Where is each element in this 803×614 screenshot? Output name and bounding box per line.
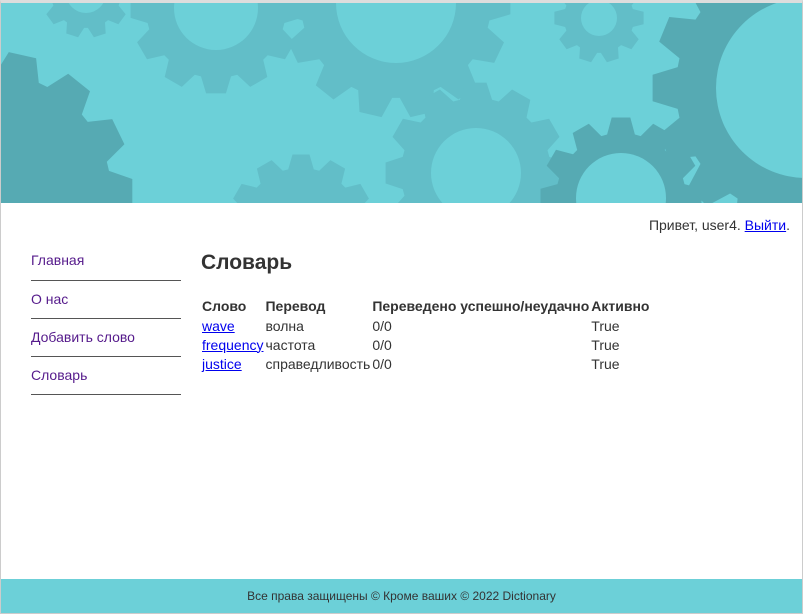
table-row: frequency частота 0/0 True	[201, 335, 650, 354]
dictionary-table: Слово Перевод Переведено успешно/неудачн…	[201, 296, 650, 373]
sidebar-item-about[interactable]: О нас	[31, 281, 181, 319]
table-row: justice справедливость 0/0 True	[201, 354, 650, 373]
main-content: Словарь Слово Перевод Переведено успешно…	[201, 251, 650, 373]
page-title: Словарь	[201, 251, 293, 274]
user-greeting: Привет, user4. Выйти.	[649, 217, 790, 233]
cell-active: True	[591, 336, 620, 353]
word-link[interactable]: wave	[202, 318, 235, 334]
greeting-suffix: .	[786, 217, 790, 233]
cell-stats: 0/0	[372, 355, 392, 372]
column-header-translation: Перевод	[265, 298, 326, 314]
column-header-stats: Переведено успешно/неудачно	[372, 298, 590, 314]
sidebar-nav: Главная О нас Добавить слово Словарь	[31, 243, 181, 395]
column-header-word: Слово	[202, 298, 247, 314]
header-banner	[1, 3, 802, 203]
table-row: wave волна 0/0 True	[201, 316, 650, 335]
cell-active: True	[591, 355, 620, 372]
cell-active: True	[591, 317, 620, 334]
cell-word: frequency	[201, 335, 264, 354]
cell-translation: волна	[265, 317, 304, 334]
cell-word: wave	[201, 316, 264, 335]
column-header-active: Активно	[591, 298, 650, 314]
cell-translation: частота	[265, 336, 316, 353]
cell-translation: справедливость	[265, 355, 371, 372]
cell-word: justice	[201, 354, 264, 373]
sidebar-item-dictionary[interactable]: Словарь	[31, 357, 181, 395]
footer: Все права защищены © Кроме ваших © 2022 …	[1, 579, 802, 613]
sidebar-item-add-word[interactable]: Добавить слово	[31, 319, 181, 357]
footer-copyright: Все права защищены © Кроме ваших © 2022 …	[247, 589, 556, 603]
logout-link[interactable]: Выйти	[745, 217, 786, 233]
word-link[interactable]: justice	[202, 356, 242, 372]
word-link[interactable]: frequency	[202, 337, 263, 353]
table-header-row: Слово Перевод Переведено успешно/неудачн…	[201, 296, 650, 316]
cell-stats: 0/0	[372, 336, 392, 353]
sidebar-item-home[interactable]: Главная	[31, 243, 181, 281]
greeting-text: Привет, user4.	[648, 217, 745, 233]
gears-illustration	[1, 3, 802, 203]
cell-stats: 0/0	[372, 317, 392, 334]
